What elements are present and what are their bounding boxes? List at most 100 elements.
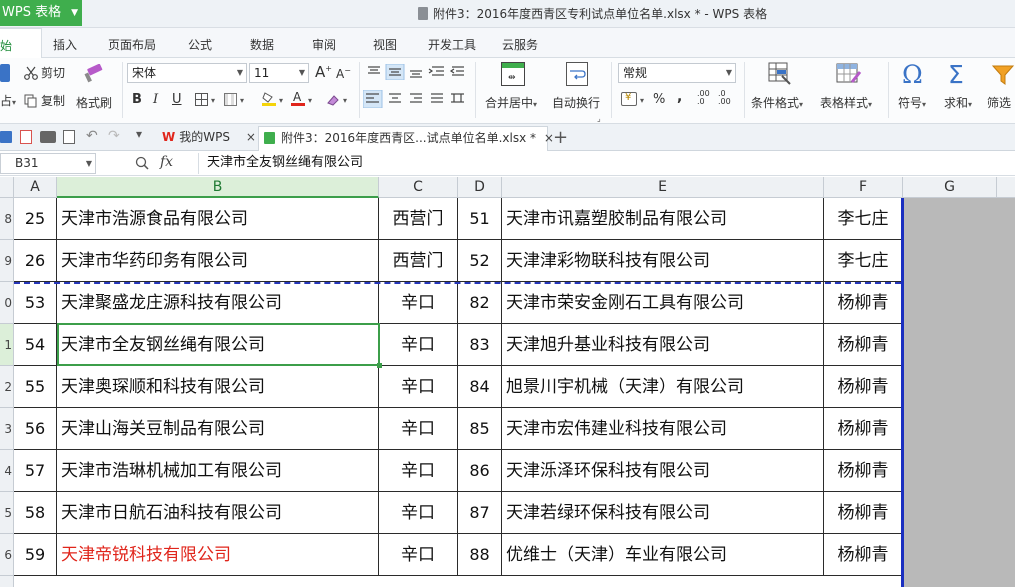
chevron-down-icon[interactable]: ▾ (640, 96, 644, 105)
alignment-dialog-launcher[interactable]: ⌟ (597, 114, 601, 123)
conditional-format-button[interactable]: 条件格式▾ (751, 94, 803, 111)
row-header[interactable]: 8 (0, 198, 13, 240)
chevron-down-icon[interactable]: ▾ (308, 96, 312, 105)
format-painter-icon[interactable] (80, 63, 106, 84)
border-icon[interactable] (195, 93, 208, 106)
cell-town-right[interactable]: 杨柳青 (824, 324, 903, 366)
cell-company-right[interactable]: 天津若绿环保科技有限公司 (502, 492, 824, 534)
column-header-a[interactable]: A (14, 177, 57, 198)
insert-function-button[interactable]: fx (160, 154, 173, 170)
tab-developer[interactable]: 开发工具 (428, 36, 476, 53)
row-header[interactable]: 3 (0, 408, 13, 450)
cell-town-left[interactable]: 辛口 (379, 408, 458, 450)
cell-seq-left[interactable]: 55 (14, 366, 57, 408)
format-painter-label[interactable]: 格式刷 (76, 94, 112, 111)
cell-seq-right[interactable]: 86 (458, 450, 502, 492)
cell-company-right[interactable]: 天津市荣安金刚石工具有限公司 (502, 282, 824, 324)
font-name-select[interactable]: 宋体 ▼ (127, 63, 247, 83)
symbol-icon[interactable]: Ω (902, 60, 923, 89)
column-header-e[interactable]: E (502, 177, 824, 198)
app-menu-button[interactable]: WPS 表格 ▼ (0, 0, 82, 26)
cell-company-right[interactable]: 天津市宏伟建业科技有限公司 (502, 408, 824, 450)
cell-town-right[interactable]: 杨柳青 (824, 408, 903, 450)
row-header[interactable]: 9 (0, 240, 13, 282)
tab-insert[interactable]: 插入 (53, 36, 77, 53)
merge-center-icon[interactable]: ⇹ (501, 62, 525, 86)
paste-dropdown[interactable]: 占▾ (0, 92, 16, 109)
cell-town-left[interactable]: 辛口 (379, 282, 458, 324)
cell-town-left[interactable]: 西营门 (379, 240, 458, 282)
tab-page-layout[interactable]: 页面布局 (108, 36, 156, 53)
cell-town-left[interactable]: 辛口 (379, 366, 458, 408)
cell-company-right[interactable]: 天津泺泽环保科技有限公司 (502, 450, 824, 492)
cell-seq-right[interactable]: 84 (458, 366, 502, 408)
cell-seq-left[interactable]: 58 (14, 492, 57, 534)
cell-seq-right[interactable]: 85 (458, 408, 502, 450)
cell-company-left[interactable]: 天津市浩琳机械加工有限公司 (57, 450, 379, 492)
cell-town-right[interactable]: 杨柳青 (824, 534, 903, 576)
currency-icon[interactable]: ¥ (621, 92, 637, 106)
zoom-icon[interactable] (135, 156, 149, 170)
merge-center-button[interactable]: 合并居中▾ (485, 94, 537, 111)
conditional-format-icon[interactable] (768, 62, 792, 86)
new-tab-button[interactable]: + (553, 126, 568, 151)
cell-company-left[interactable]: 天津市浩源食品有限公司 (57, 198, 379, 240)
cell-seq-right[interactable]: 88 (458, 534, 502, 576)
formula-input[interactable]: 天津市全友钢丝绳有限公司 (198, 153, 1015, 174)
row-header[interactable]: 5 (0, 492, 13, 534)
cell-company-left[interactable]: 天津市华药印务有限公司 (57, 240, 379, 282)
name-box[interactable]: B31 ▼ (0, 153, 96, 174)
increase-decimal-button[interactable]: .00 .0 (697, 90, 711, 106)
cell-town-right[interactable]: 杨柳青 (824, 282, 903, 324)
cell-seq-right[interactable]: 52 (458, 240, 502, 282)
font-size-select[interactable]: 11 ▼ (249, 63, 309, 83)
row-header[interactable]: 6 (0, 534, 13, 576)
filter-icon[interactable] (991, 64, 1015, 86)
table-style-icon[interactable] (836, 62, 862, 86)
undo-icon[interactable]: ↶ (86, 128, 98, 144)
tab-review[interactable]: 审阅 (312, 36, 336, 53)
cell-town-right[interactable]: 杨柳青 (824, 450, 903, 492)
cell-seq-left[interactable]: 26 (14, 240, 57, 282)
percent-button[interactable]: % (653, 92, 665, 107)
fill-color-icon[interactable] (262, 91, 276, 106)
cell-seq-right[interactable]: 51 (458, 198, 502, 240)
print-icon[interactable] (40, 131, 56, 143)
customize-toolbar-icon[interactable]: ▾ (136, 127, 142, 141)
close-icon[interactable]: × (246, 130, 256, 144)
cell-town-left[interactable]: 辛口 (379, 492, 458, 534)
cell-company-left[interactable]: 天津市日航石油科技有限公司 (57, 492, 379, 534)
sum-icon[interactable]: Σ (948, 60, 964, 89)
column-header-d[interactable]: D (458, 177, 502, 198)
chevron-down-icon[interactable]: ▾ (211, 96, 215, 105)
cell-seq-left[interactable]: 57 (14, 450, 57, 492)
copy-button[interactable]: 复制 (24, 92, 65, 111)
cell-seq-right[interactable]: 87 (458, 492, 502, 534)
cell-town-right[interactable]: 李七庄 (824, 240, 903, 282)
font-grow-button[interactable]: A+ (315, 63, 332, 81)
row-header[interactable]: 1 (0, 324, 13, 366)
sum-button[interactable]: 求和▾ (944, 94, 972, 111)
cell-seq-left[interactable]: 59 (14, 534, 57, 576)
row-header[interactable]: 4 (0, 450, 13, 492)
row-header[interactable]: 2 (0, 366, 13, 408)
cell-company-right[interactable]: 天津津彩物联科技有限公司 (502, 240, 824, 282)
cell-town-right[interactable]: 杨柳青 (824, 366, 903, 408)
cell-company-right[interactable]: 优维士（天津）车业有限公司 (502, 534, 824, 576)
chevron-down-icon[interactable]: ▾ (279, 96, 283, 105)
wrap-text-button[interactable]: 自动换行 (552, 94, 600, 111)
cell-seq-left[interactable]: 54 (14, 324, 57, 366)
export-pdf-icon[interactable] (20, 130, 32, 144)
paste-icon[interactable] (0, 64, 10, 82)
cell-town-right[interactable]: 李七庄 (824, 198, 903, 240)
clear-format-icon[interactable] (326, 92, 340, 106)
tab-home[interactable]: 开始 (0, 28, 42, 59)
decrease-decimal-button[interactable]: .0 .00 (718, 90, 732, 106)
cell-company-left[interactable]: 天津山海关豆制品有限公司 (57, 408, 379, 450)
cell-company-left[interactable]: 天津帝锐科技有限公司 (57, 534, 379, 576)
cut-button[interactable]: 剪切 (24, 64, 65, 83)
column-header-g[interactable]: G (903, 177, 997, 198)
cell-company-right[interactable]: 旭景川宇机械（天津）有限公司 (502, 366, 824, 408)
comma-style-button[interactable]: , (677, 89, 682, 105)
column-header-f[interactable]: F (824, 177, 903, 198)
